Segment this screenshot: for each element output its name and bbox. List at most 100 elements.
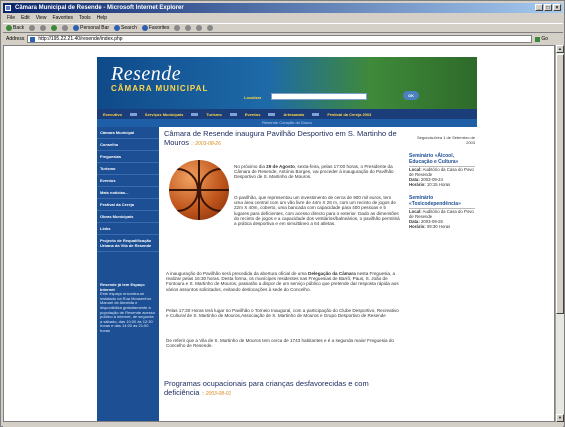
address-bar: Address http://195.22.21.40/resende/inde… <box>3 34 563 44</box>
left-menu-item[interactable]: Links <box>97 223 159 235</box>
article-date: :: 2003-08-26 <box>191 140 221 147</box>
internet-space-notice: Resende já tem Espaço Internet Este espa… <box>100 282 156 334</box>
history-button[interactable] <box>174 25 181 31</box>
left-menu-item[interactable]: Festival da Cereja <box>97 199 159 211</box>
event-time: Horário: 10:15 Horas <box>409 182 451 187</box>
site-logo[interactable]: Resende <box>111 63 181 86</box>
history-icon <box>174 25 181 31</box>
nav-separator <box>312 112 320 116</box>
top-nav: Executivo Serviços Municipais Turismo Ev… <box>97 109 477 119</box>
scroll-thumb[interactable] <box>556 54 564 314</box>
menu-view[interactable]: View <box>36 14 47 22</box>
search-label: Localizar <box>244 95 262 100</box>
scroll-up-button[interactable]: ▲ <box>556 45 564 53</box>
search-button[interactable]: Search <box>114 25 137 31</box>
menu-tools[interactable]: Tools <box>79 14 91 22</box>
nav-executivo[interactable]: Executivo <box>103 112 122 117</box>
stop-icon <box>40 25 47 31</box>
left-menu-item[interactable]: Projecto de Requalificação Urbana da Vil… <box>97 235 159 252</box>
nav-separator <box>268 112 276 116</box>
edit-button[interactable] <box>207 25 214 31</box>
minimize-button[interactable]: _ <box>535 4 543 11</box>
stop-button[interactable] <box>40 25 47 31</box>
mail-icon <box>185 25 192 31</box>
maximize-button[interactable]: □ <box>544 4 552 11</box>
vertical-scrollbar[interactable]: ▲ ▼ <box>555 45 564 422</box>
site-subtitle: CÂMARA MUNICIPAL <box>111 84 209 93</box>
nav-eventos[interactable]: Eventos <box>245 112 261 117</box>
left-menu-item[interactable]: Obras Municipais <box>97 211 159 223</box>
main-content: Câmara de Resende inaugura Pavilhão Desp… <box>164 129 402 421</box>
nav-separator <box>229 112 237 116</box>
left-menu-item[interactable]: Eventos <box>97 175 159 187</box>
menu-edit[interactable]: Edit <box>21 14 30 22</box>
page-icon <box>30 37 36 42</box>
status-bar <box>3 422 563 427</box>
menu-favorites[interactable]: Favorites <box>52 14 73 22</box>
search-input[interactable] <box>271 93 367 100</box>
title-bar: Câmara Municipal de Resende - Microsoft … <box>3 3 563 13</box>
left-menu-item[interactable]: Câmara Municipal <box>97 127 159 139</box>
subnav-tagline: Resende Coração do Douro <box>97 119 477 127</box>
menu-file[interactable]: File <box>7 14 15 22</box>
scroll-down-button[interactable]: ▼ <box>556 414 564 422</box>
home-button[interactable] <box>62 25 69 31</box>
article2-date: :: 2003-08-01 <box>201 390 232 397</box>
article-paragraph: No próximo dia 29 de Agosto, sexta-feira… <box>234 164 394 180</box>
event-title[interactable]: Seminário «Álcool, Educação e Cultura» <box>409 153 475 167</box>
events-sidebar: Segunda-feira 1 de Setembro de 2003 Semi… <box>409 135 475 229</box>
browser-window: Câmara Municipal de Resende - Microsoft … <box>0 0 565 427</box>
article-paragraph: Pelas 17:30 Horas terá lugar no Pavilhão… <box>166 308 399 319</box>
search-icon <box>114 25 121 31</box>
nav-festival[interactable]: Festival da Cereja 2003 <box>327 112 371 117</box>
nav-servicos[interactable]: Serviços Municipais <box>145 112 183 117</box>
event-local: Local: Auditório da Casa do Povo de Rese… <box>409 167 474 177</box>
address-input[interactable]: http://195.22.21.40/resende/index.php <box>27 35 533 43</box>
article-paragraph: De referir que a Vila de S. Martinho de … <box>166 338 394 349</box>
search-ok-button[interactable]: OK <box>403 91 419 100</box>
nav-separator <box>129 112 137 116</box>
personal-bar-button[interactable]: Personal Bar <box>73 25 109 31</box>
address-value: http://195.22.21.40/resende/index.php <box>38 36 123 42</box>
back-button[interactable]: Back <box>6 25 24 31</box>
page-viewport: Resende CÂMARA MUNICIPAL Localizar OK Ex… <box>3 45 555 422</box>
edit-icon <box>207 25 214 31</box>
event-title[interactable]: Seminário «Toxicodependência» <box>409 195 475 209</box>
nav-turismo[interactable]: Turismo <box>206 112 221 117</box>
toolbar: Back Personal Bar Search Favorites <box>3 23 563 33</box>
personal-bar-icon <box>73 25 80 31</box>
favorites-icon <box>141 25 148 31</box>
article-paragraph: O pavilhão, que representou um investime… <box>234 195 400 227</box>
site-banner: Resende CÂMARA MUNICIPAL Localizar OK <box>97 57 477 109</box>
article-title[interactable]: Câmara de Resende inaugura Pavilhão Desp… <box>164 129 402 148</box>
home-icon <box>62 25 69 31</box>
article2-title[interactable]: Programas ocupacionais para crianças des… <box>164 379 402 398</box>
event-time: Horário: 09:30 Horas <box>409 224 451 229</box>
left-menu-item[interactable]: Freguesias <box>97 151 159 163</box>
event-card: Seminário «Álcool, Educação e Cultura» L… <box>409 153 475 187</box>
refresh-button[interactable] <box>51 25 58 31</box>
mail-button[interactable] <box>185 25 192 31</box>
left-menu-item[interactable]: Conselho <box>97 139 159 151</box>
menu-bar: File Edit View Favorites Tools Help <box>3 14 563 22</box>
back-icon <box>6 25 12 31</box>
go-button[interactable]: Go <box>535 36 548 42</box>
address-label: Address <box>6 36 25 42</box>
nav-artesanato[interactable]: Artesanato <box>283 112 304 117</box>
close-button[interactable]: × <box>553 4 561 11</box>
favorites-button[interactable]: Favorites <box>141 25 169 31</box>
go-arrow-icon <box>535 36 541 42</box>
left-menu-item[interactable]: Mais notícias... <box>97 187 159 199</box>
basketball-image <box>169 160 229 220</box>
notice-body: Este espaço encontra-se instalado na Rua… <box>100 291 155 333</box>
event-card: Seminário «Toxicodependência» Local: Aud… <box>409 195 475 229</box>
refresh-icon <box>51 25 58 31</box>
forward-button[interactable] <box>29 25 36 31</box>
nav-separator <box>191 112 199 116</box>
print-icon <box>196 25 203 31</box>
current-date: Segunda-feira 1 de Setembro de 2003 <box>416 135 475 145</box>
ie-icon <box>5 5 11 11</box>
print-button[interactable] <box>196 25 203 31</box>
left-menu-item[interactable]: Turismo <box>97 163 159 175</box>
menu-help[interactable]: Help <box>97 14 107 22</box>
